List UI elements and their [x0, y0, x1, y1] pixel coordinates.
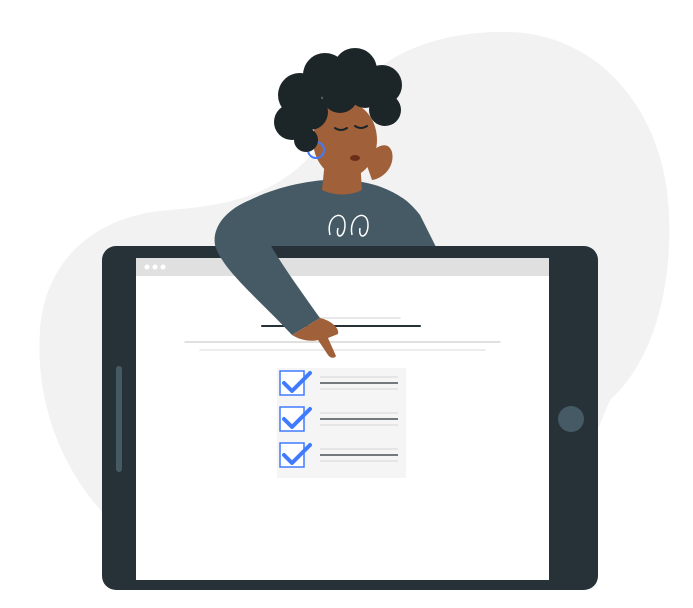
browser-dots: [144, 264, 166, 270]
person-mouth: [350, 155, 360, 161]
tablet-home-button: [558, 406, 584, 432]
tablet-side-button: [116, 366, 122, 472]
tablet: [102, 246, 598, 590]
browser-bar: [136, 258, 549, 276]
illustration-canvas: [39, 31, 670, 590]
